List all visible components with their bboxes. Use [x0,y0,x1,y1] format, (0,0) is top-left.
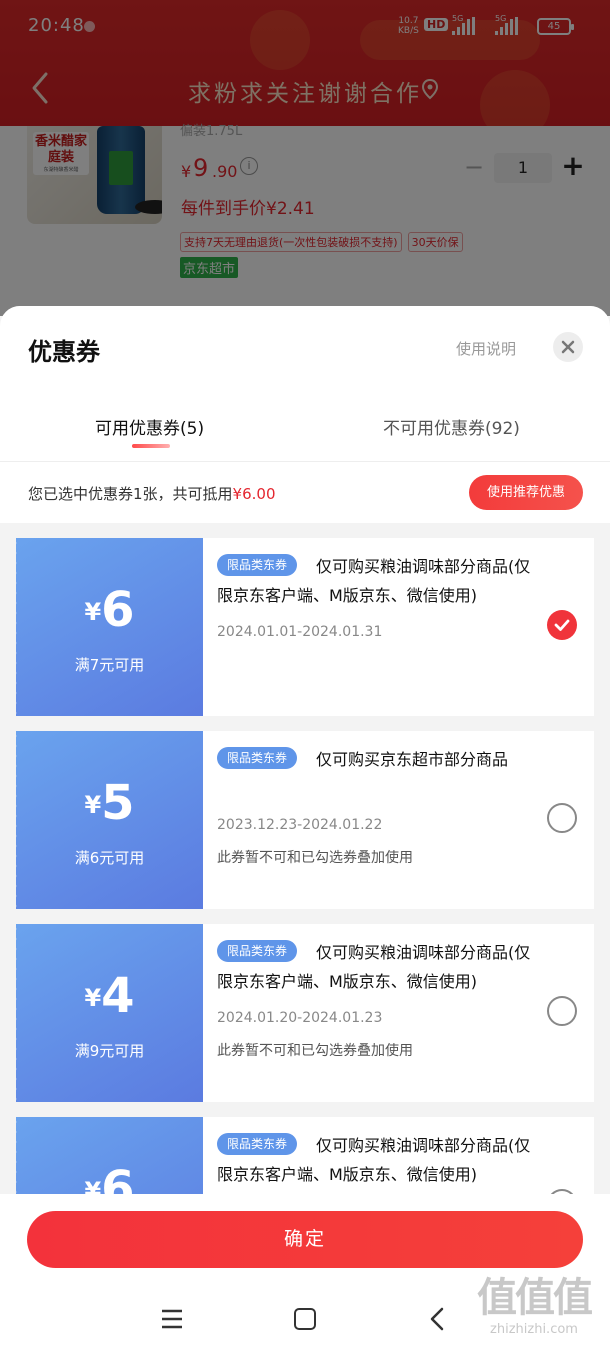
coupon-value-panel: ¥4 满9元可用 [13,924,203,1102]
close-button[interactable] [553,332,583,362]
coupon-card[interactable]: ¥6 满7元可用 仅可购买粮油调味部分商品(仅限京东客户端、M版京东、微信使用)… [13,538,594,716]
tab-available[interactable]: 可用优惠券(5) [95,414,204,439]
coupon-select-radio[interactable] [547,610,577,640]
coupon-note: 此券暂不可和已勾选券叠加使用 [217,1043,413,1059]
watermark-site: zhizhizhi.com [490,1322,578,1337]
coupon-type-badge: 限品类东券 [217,1133,298,1155]
coupon-note: 此券暂不可和已勾选券叠加使用 [217,850,413,866]
coupon-value-panel: ¥5 满6元可用 [13,731,203,909]
sheet-header: 优惠券 使用说明 可用优惠券(5) 不可用优惠券(92) 您已选中优惠券1张，共… [0,306,610,523]
home-icon[interactable] [294,1308,316,1330]
sheet-title: 优惠券 [28,338,100,366]
coupon-details: 仅可购买粮油调味部分商品(仅限京东客户端、M版京东、微信使用) 限品类东券 20… [203,538,594,716]
coupon-type-badge: 限品类东券 [217,554,298,576]
coupon-type-badge: 限品类东券 [217,747,298,769]
coupon-select-radio[interactable] [547,996,577,1026]
coupon-value-panel: ¥6 满7元可用 [13,538,203,716]
coupon-validity: 2024.01.01-2024.01.31 [217,624,383,640]
coupon-card[interactable]: ¥4 满9元可用 仅可购买粮油调味部分商品(仅限京东客户端、M版京东、微信使用)… [13,924,594,1102]
coupon-type-badge: 限品类东券 [217,940,298,962]
coupon-card[interactable]: ¥5 满6元可用 仅可购买京东超市部分商品 限品类东券 2023.12.23-2… [13,731,594,909]
use-recommended-button[interactable]: 使用推荐优惠 [469,475,583,510]
check-icon [554,619,570,631]
nav-back-icon[interactable] [426,1306,448,1332]
coupon-amount: ¥5 [84,775,135,831]
coupon-amount: ¥4 [84,968,135,1024]
watermark-logo: 值值值 [477,1275,593,1321]
watermark: 值值值 zhizhizhi.com [459,1274,609,1350]
bottom-bar: 确定 值值值 zhizhizhi.com [0,1194,610,1356]
coupon-threshold: 满6元可用 [74,849,145,867]
coupon-select-radio[interactable] [547,803,577,833]
tab-indicator [132,444,170,448]
coupon-tabs: 可用优惠券(5) 不可用优惠券(92) [0,406,610,466]
summary-amount: ¥6.00 [232,485,276,503]
tab-unavailable[interactable]: 不可用优惠券(92) [383,414,520,439]
divider [0,461,610,462]
selection-summary: 您已选中优惠券1张，共可抵用¥6.00 [28,485,276,503]
overlay-mask[interactable] [0,0,610,316]
coupon-details: 仅可购买粮油调味部分商品(仅限京东客户端、M版京东、微信使用) 限品类东券 20… [203,924,594,1102]
confirm-button[interactable]: 确定 [27,1211,583,1268]
coupon-validity: 2024.01.20-2024.01.23 [217,1010,383,1026]
coupon-amount: ¥6 [84,582,135,638]
coupon-validity: 2023.12.23-2024.01.22 [217,817,383,833]
coupon-threshold: 满9元可用 [74,1042,145,1060]
coupon-details: 仅可购买京东超市部分商品 限品类东券 2023.12.23-2024.01.22… [203,731,594,909]
coupon-threshold: 满7元可用 [74,656,145,674]
usage-instructions-link[interactable]: 使用说明 [456,338,516,359]
menu-icon[interactable] [160,1308,184,1330]
close-icon [561,340,575,354]
